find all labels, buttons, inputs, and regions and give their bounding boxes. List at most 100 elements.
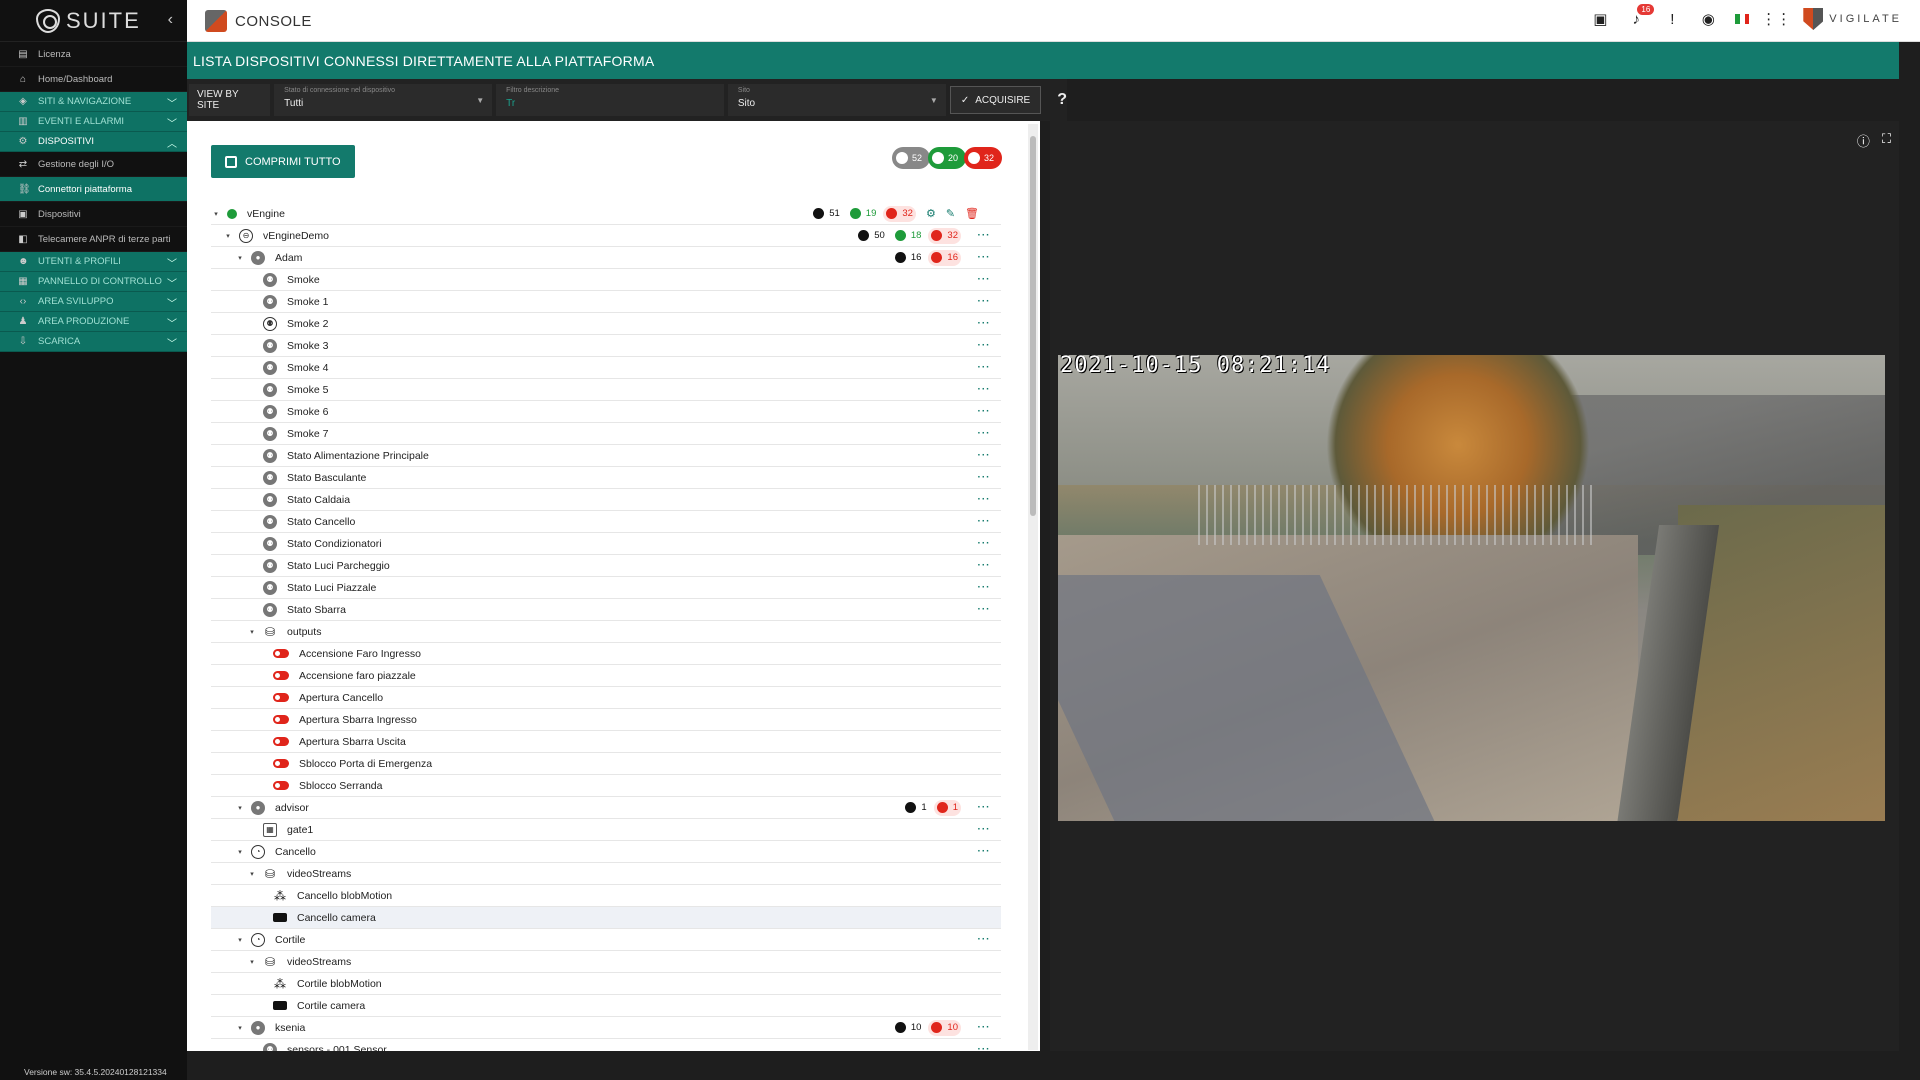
- more-options-icon[interactable]: ···: [975, 934, 993, 945]
- tree-row[interactable]: ⚉ Stato Caldaia ···: [211, 489, 1001, 511]
- more-options-icon[interactable]: ···: [975, 406, 993, 417]
- sidebar-item-connettori-piattaforma[interactable]: ⛓ Connettori piattaforma: [0, 177, 187, 202]
- apps-grid-icon[interactable]: ⋮⋮: [1761, 10, 1791, 28]
- more-options-icon[interactable]: ···: [975, 604, 993, 615]
- sidebar-item-dispositivi[interactable]: ▣ Dispositivi: [0, 202, 187, 227]
- tree-row[interactable]: ▾ vEngine 51 19 32 ⚙ ✎ 🗑: [211, 203, 1001, 225]
- more-options-icon[interactable]: ···: [975, 318, 993, 329]
- sidebar-item-utenti-profili[interactable]: ☻ UTENTI & PROFILI ﹀: [0, 252, 187, 272]
- more-options-icon[interactable]: ···: [975, 340, 993, 351]
- tree-row[interactable]: ⁂ Cancello blobMotion: [211, 885, 1001, 907]
- tree-row[interactable]: ⚉ Smoke 3 ···: [211, 335, 1001, 357]
- tree-row[interactable]: ▾ ● advisor 1 1 ···: [211, 797, 1001, 819]
- output-toggle-icon[interactable]: [273, 715, 289, 724]
- expand-toggle-icon[interactable]: ▾: [211, 210, 221, 218]
- tree-row[interactable]: Apertura Cancello: [211, 687, 1001, 709]
- tree-row[interactable]: ▾ ⛁ videoStreams: [211, 951, 1001, 973]
- sidebar-item-home-dashboard[interactable]: ⌂ Home/Dashboard: [0, 67, 187, 92]
- sidebar-item-licenza[interactable]: ▤ Licenza: [0, 42, 187, 67]
- tree-row[interactable]: ⚉ Stato Luci Piazzale ···: [211, 577, 1001, 599]
- more-options-icon[interactable]: ···: [975, 1044, 993, 1051]
- sidebar-item-telecamere-anpr-di-terze-parti[interactable]: ◧ Telecamere ANPR di terze parti: [0, 227, 187, 252]
- sidebar-item-siti-navigazione[interactable]: ◈ SITI & NAVIGAZIONE ﹀: [0, 92, 187, 112]
- collapse-sidebar-icon[interactable]: ‹: [168, 11, 173, 29]
- acquire-button[interactable]: ✓ ACQUISIRE: [949, 86, 1042, 114]
- sidebar-item-pannello-di-controllo[interactable]: ▦ PANNELLO DI CONTROLLO ﹀: [0, 272, 187, 292]
- tree-row[interactable]: Accensione Faro Ingresso: [211, 643, 1001, 665]
- output-toggle-icon[interactable]: [273, 671, 289, 680]
- more-options-icon[interactable]: ···: [975, 472, 993, 483]
- delete-trash-icon[interactable]: 🗑: [965, 207, 979, 220]
- expand-toggle-icon[interactable]: ▾: [247, 628, 257, 636]
- tree-row[interactable]: ⁂ Cortile blobMotion: [211, 973, 1001, 995]
- more-options-icon[interactable]: ···: [975, 384, 993, 395]
- sidebar-item-area-produzione[interactable]: ♟ AREA PRODUZIONE ﹀: [0, 312, 187, 332]
- expand-toggle-icon[interactable]: ▾: [235, 848, 245, 856]
- view-by-site-button[interactable]: VIEW BY SITE: [189, 84, 271, 116]
- expand-toggle-icon[interactable]: ▾: [235, 936, 245, 944]
- more-options-icon[interactable]: ···: [975, 494, 993, 505]
- tree-row[interactable]: ⚉ Smoke 2 ···: [211, 313, 1001, 335]
- output-toggle-icon[interactable]: [273, 759, 289, 768]
- connection-state-select[interactable]: Stato di connessione nel dispositivo Tut…: [274, 84, 493, 116]
- tree-row[interactable]: ⚉ Smoke 6 ···: [211, 401, 1001, 423]
- camera-video-feed[interactable]: 2021-10-15 08:21:14: [1058, 355, 1885, 821]
- output-toggle-icon[interactable]: [273, 737, 289, 746]
- tree-row[interactable]: ⚉ Smoke 7 ···: [211, 423, 1001, 445]
- tree-row[interactable]: ⚉ Stato Cancello ···: [211, 511, 1001, 533]
- tree-row[interactable]: ⚉ Stato Sbarra ···: [211, 599, 1001, 621]
- more-options-icon[interactable]: ···: [975, 450, 993, 461]
- tree-row[interactable]: Accensione faro piazzale: [211, 665, 1001, 687]
- suite-logo[interactable]: SUITE: [0, 0, 187, 42]
- scrollbar-thumb[interactable]: [1030, 136, 1036, 516]
- site-select[interactable]: Sito Sito ▼: [727, 84, 946, 116]
- toolbox-icon[interactable]: ▣: [1591, 10, 1609, 28]
- more-options-icon[interactable]: ···: [975, 1022, 993, 1033]
- alert-icon[interactable]: !: [1663, 10, 1681, 28]
- edit-pencil-icon[interactable]: ✎: [946, 207, 955, 220]
- expand-toggle-icon[interactable]: ▾: [235, 254, 245, 262]
- tree-row[interactable]: Apertura Sbarra Uscita: [211, 731, 1001, 753]
- more-options-icon[interactable]: ···: [975, 824, 993, 835]
- more-options-icon[interactable]: ···: [975, 230, 993, 241]
- more-options-icon[interactable]: ···: [975, 296, 993, 307]
- tree-row[interactable]: ▾ ⛁ videoStreams: [211, 863, 1001, 885]
- tree-row[interactable]: ⚉ Stato Luci Parcheggio ···: [211, 555, 1001, 577]
- output-toggle-icon[interactable]: [273, 693, 289, 702]
- compress-all-button[interactable]: COMPRIMI TUTTO: [211, 145, 355, 178]
- more-options-icon[interactable]: ···: [975, 802, 993, 813]
- total-red-pill[interactable]: 32: [963, 147, 1002, 169]
- more-options-icon[interactable]: ···: [975, 846, 993, 857]
- sidebar-item-dispositivi[interactable]: ⚙ DISPOSITIVI ︿: [0, 132, 187, 152]
- settings-gear-icon[interactable]: ⚙: [926, 207, 936, 220]
- expand-toggle-icon[interactable]: ▾: [223, 232, 233, 240]
- output-toggle-icon[interactable]: [273, 649, 289, 658]
- tree-row[interactable]: Cancello camera: [211, 907, 1001, 929]
- sidebar-item-area-sviluppo[interactable]: ‹› AREA SVILUPPO ﹀: [0, 292, 187, 312]
- info-icon[interactable]: ⓘ: [1857, 131, 1870, 150]
- tree-row[interactable]: Sblocco Porta di Emergenza: [211, 753, 1001, 775]
- expand-toggle-icon[interactable]: ▾: [247, 870, 257, 878]
- tree-row[interactable]: ▾ ● ksenia 10 10 ···: [211, 1017, 1001, 1039]
- more-options-icon[interactable]: ···: [975, 428, 993, 439]
- tree-row[interactable]: ▾ ◔ Cancello ···: [211, 841, 1001, 863]
- bell-icon[interactable]: ♪ 16: [1627, 4, 1655, 28]
- tree-row[interactable]: ⚉ Stato Condizionatori ···: [211, 533, 1001, 555]
- fullscreen-icon[interactable]: ⛶: [1882, 131, 1891, 150]
- total-green-pill[interactable]: 20: [927, 147, 966, 169]
- description-filter-input[interactable]: Filtro descrizione Tr: [496, 84, 724, 116]
- tree-row[interactable]: Cortile camera: [211, 995, 1001, 1017]
- help-icon[interactable]: ?: [1057, 91, 1067, 109]
- tree-row[interactable]: ⚉ Smoke 1 ···: [211, 291, 1001, 313]
- tree-row[interactable]: ⚉ sensors - 001 Sensor ···: [211, 1039, 1001, 1051]
- user-account-icon[interactable]: ◉: [1699, 10, 1717, 28]
- total-grey-pill[interactable]: 52: [891, 147, 930, 169]
- tree-row[interactable]: ⚉ Smoke ···: [211, 269, 1001, 291]
- tree-row[interactable]: ▾ ● Adam 16 16 ···: [211, 247, 1001, 269]
- output-toggle-icon[interactable]: [273, 781, 289, 790]
- tree-row[interactable]: ⚉ Stato Basculante ···: [211, 467, 1001, 489]
- tree-row[interactable]: ⚉ Smoke 5 ···: [211, 379, 1001, 401]
- more-options-icon[interactable]: ···: [975, 252, 993, 263]
- more-options-icon[interactable]: ···: [975, 560, 993, 571]
- more-options-icon[interactable]: ···: [975, 516, 993, 527]
